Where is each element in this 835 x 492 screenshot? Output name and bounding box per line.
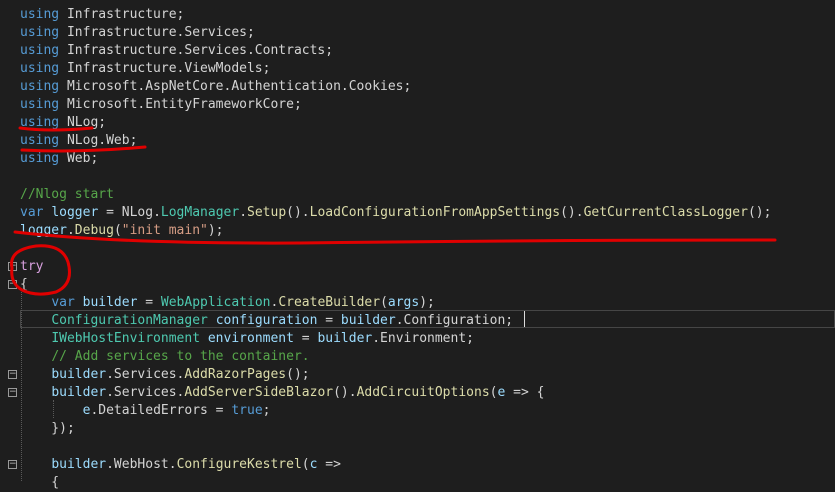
circle-around-try (10, 244, 71, 296)
red-annotation-marks (10, 126, 777, 296)
underline-using-nlog-web (20, 145, 147, 153)
underline-using-nlog (18, 126, 94, 132)
separator-line-under-logger (13, 230, 777, 245)
